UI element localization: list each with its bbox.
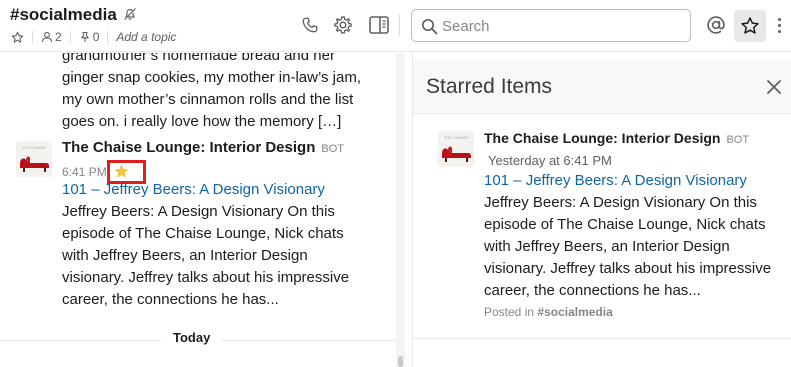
message-link-title[interactable]: 101 – Jeffrey Beers: A Design Visionary: [62, 179, 325, 201]
channel-meta: 2 0 Add a topic: [11, 29, 176, 45]
message-body: Jeffrey Beers: A Design Visionary On thi…: [62, 203, 350, 308]
starred-item-author[interactable]: The Chaise Lounge: Interior Design BOT: [484, 130, 749, 146]
starred-items-panel: Starred Items THE CHAISE The Chaise Loun…: [412, 53, 791, 367]
bot-badge: BOT: [321, 143, 344, 155]
bell-slash-icon: [124, 8, 136, 20]
mentions-button[interactable]: [705, 14, 727, 36]
starred-item-body: Jeffrey Beers: A Design Visionary On thi…: [484, 194, 772, 299]
author-name[interactable]: The Chaise Lounge: Interior Design: [62, 139, 315, 156]
at-sign-icon: [707, 16, 725, 34]
panel-title: Starred Items: [426, 75, 553, 98]
scrollbar-thumb[interactable]: [398, 356, 403, 367]
message-timestamp[interactable]: 6:41 PM: [62, 165, 107, 179]
avatar[interactable]: THE CHAISE: [438, 131, 474, 167]
svg-text:THE CHAISE: THE CHAISE: [444, 135, 468, 140]
star-outline-icon: [741, 17, 759, 34]
panel-header: Starred Items: [413, 61, 791, 114]
posted-in-channel-link[interactable]: #socialmedia: [537, 305, 612, 319]
divider: [32, 31, 33, 43]
member-count[interactable]: 2: [55, 30, 62, 44]
channel-settings-button[interactable]: [332, 14, 354, 36]
pin-count[interactable]: 0: [93, 30, 100, 44]
bot-badge: BOT: [726, 134, 750, 146]
more-actions-button[interactable]: [773, 14, 785, 36]
red-chaise-lounge-icon: THE CHAISE: [16, 141, 52, 177]
search-box[interactable]: [411, 9, 691, 42]
posted-in-prefix: Posted in: [484, 305, 535, 319]
starred-item-timestamp[interactable]: Yesterday at 6:41 PM: [488, 153, 612, 168]
pin-icon: [80, 31, 89, 42]
day-divider-label: Today: [161, 330, 223, 345]
channel-name[interactable]: #socialmedia: [10, 5, 117, 25]
search-input[interactable]: [442, 15, 682, 37]
vertical-dots-icon: [777, 17, 781, 21]
search-icon: [421, 18, 438, 35]
add-topic-link[interactable]: Add a topic: [116, 30, 176, 44]
starred-items-button[interactable]: [734, 10, 766, 42]
star-icon[interactable]: [11, 31, 24, 44]
close-icon[interactable]: [765, 78, 783, 96]
posted-in-label: Posted in #socialmedia: [484, 305, 613, 319]
divider: [107, 31, 109, 43]
channel-details-button[interactable]: [368, 14, 390, 36]
message-list[interactable]: grandmother’s homemade bread and her gin…: [0, 53, 396, 367]
gear-icon: [334, 16, 352, 34]
panel-divider: [413, 338, 791, 339]
starred-item-link-title[interactable]: 101 – Jeffrey Beers: A Design Visionary: [484, 170, 747, 192]
scrollbar-track[interactable]: [396, 53, 405, 367]
phone-icon: [302, 17, 318, 33]
message-continuation-text: grandmother’s homemade bread and her gin…: [62, 53, 362, 130]
person-icon: [41, 31, 53, 43]
sidebar-panel-icon: [369, 16, 389, 34]
author-name[interactable]: The Chaise Lounge: Interior Design: [484, 130, 720, 146]
divider: [69, 31, 71, 43]
message-author[interactable]: The Chaise Lounge: Interior Design BOT: [62, 139, 344, 156]
avatar[interactable]: THE CHAISE: [16, 141, 52, 177]
svg-text:THE CHAISE: THE CHAISE: [22, 145, 46, 150]
channel-header: #socialmedia 2 0 Add a topic: [0, 0, 791, 52]
red-chaise-lounge-icon: THE CHAISE: [438, 131, 474, 167]
header-divider: [399, 14, 400, 36]
call-button[interactable]: [299, 14, 321, 36]
